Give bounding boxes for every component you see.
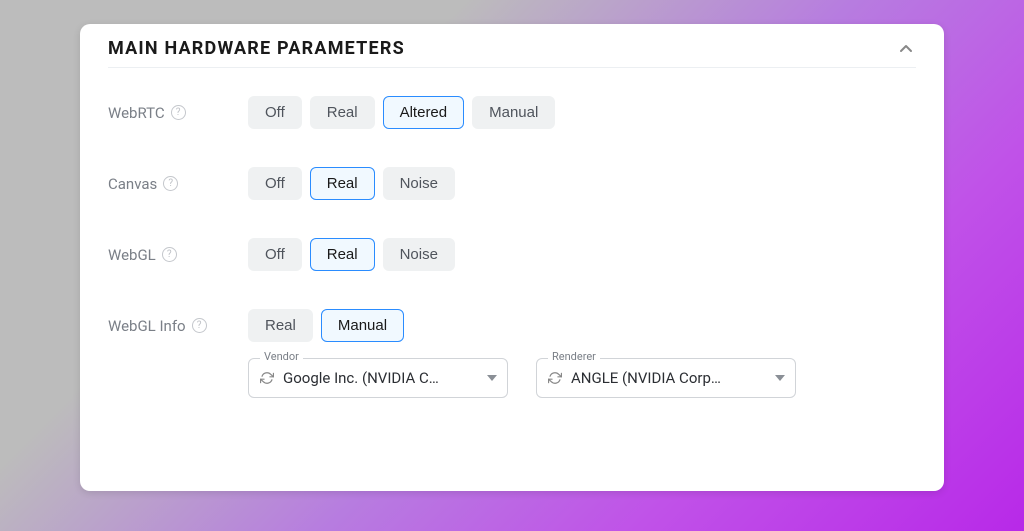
label-text-webrtc: WebRTC [108, 104, 165, 122]
label-canvas: Canvas ? [108, 175, 248, 193]
chevron-down-icon [775, 375, 785, 381]
seg-group-webrtc: Off Real Altered Manual [248, 96, 555, 129]
label-webglinfo: WebGL Info ? [108, 317, 248, 335]
refresh-icon[interactable] [259, 370, 275, 386]
select-vendor[interactable]: Google Inc. (NVIDIA C… [248, 358, 508, 398]
seg-webgl-real[interactable]: Real [310, 238, 375, 271]
label-text-webglinfo: WebGL Info [108, 317, 186, 335]
seg-group-webgl: Off Real Noise [248, 238, 455, 271]
label-text-canvas: Canvas [108, 175, 157, 193]
seg-canvas-off[interactable]: Off [248, 167, 302, 200]
card-header: MAIN HARDWARE PARAMETERS [108, 38, 916, 68]
seg-webrtc-altered[interactable]: Altered [383, 96, 465, 129]
label-webrtc: WebRTC ? [108, 104, 248, 122]
row-canvas: Canvas ? Off Real Noise [108, 167, 916, 200]
webglinfo-fields: Vendor Google Inc. (NVIDIA C… Renderer A… [248, 358, 916, 398]
help-icon[interactable]: ? [163, 176, 178, 191]
label-text-webgl: WebGL [108, 246, 156, 264]
hardware-params-card: MAIN HARDWARE PARAMETERS WebRTC ? Off Re… [80, 24, 944, 491]
chevron-down-icon [487, 375, 497, 381]
select-text-renderer: ANGLE (NVIDIA Corp… [571, 369, 767, 387]
card-title: MAIN HARDWARE PARAMETERS [108, 38, 405, 59]
seg-webgl-off[interactable]: Off [248, 238, 302, 271]
collapse-toggle[interactable] [896, 39, 916, 59]
chevron-up-icon [898, 41, 914, 57]
help-icon[interactable]: ? [171, 105, 186, 120]
seg-webrtc-off[interactable]: Off [248, 96, 302, 129]
label-webgl: WebGL ? [108, 246, 248, 264]
seg-webgl-noise[interactable]: Noise [383, 238, 455, 271]
seg-canvas-real[interactable]: Real [310, 167, 375, 200]
refresh-icon[interactable] [547, 370, 563, 386]
seg-canvas-noise[interactable]: Noise [383, 167, 455, 200]
seg-group-webglinfo: Real Manual [248, 309, 404, 342]
seg-webglinfo-manual[interactable]: Manual [321, 309, 404, 342]
help-icon[interactable]: ? [192, 318, 207, 333]
select-text-vendor: Google Inc. (NVIDIA C… [283, 369, 479, 387]
select-renderer[interactable]: ANGLE (NVIDIA Corp… [536, 358, 796, 398]
row-webrtc: WebRTC ? Off Real Altered Manual [108, 96, 916, 129]
seg-webrtc-real[interactable]: Real [310, 96, 375, 129]
seg-group-canvas: Off Real Noise [248, 167, 455, 200]
field-renderer: Renderer ANGLE (NVIDIA Corp… [536, 358, 796, 398]
seg-webrtc-manual[interactable]: Manual [472, 96, 555, 129]
row-webgl: WebGL ? Off Real Noise [108, 238, 916, 271]
field-vendor: Vendor Google Inc. (NVIDIA C… [248, 358, 508, 398]
field-label-renderer: Renderer [548, 350, 600, 363]
field-label-vendor: Vendor [260, 350, 303, 363]
help-icon[interactable]: ? [162, 247, 177, 262]
row-webglinfo: WebGL Info ? Real Manual [108, 309, 916, 342]
seg-webglinfo-real[interactable]: Real [248, 309, 313, 342]
